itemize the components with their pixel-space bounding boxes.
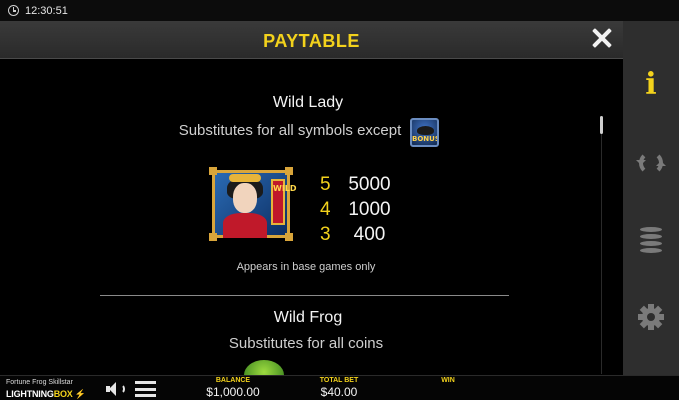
bottom-bar: Fortune Frog Skillstar LIGHTNINGBOX ⚡ BA…	[0, 375, 679, 400]
bet-settings-button[interactable]	[623, 212, 679, 268]
gear-icon	[638, 304, 664, 330]
sound-icon[interactable]	[106, 381, 126, 397]
info-icon: i	[645, 66, 657, 102]
menu-icon[interactable]	[135, 381, 156, 397]
bonus-symbol-icon: BONUS	[410, 118, 439, 147]
brand-logo: LIGHTNINGBOX ⚡	[6, 389, 86, 399]
wild-lady-symbol: WILD	[209, 167, 297, 241]
game-name: Fortune Frog Skillstar	[6, 379, 73, 386]
section-divider	[100, 295, 509, 296]
wild-lady-title: Wild Lady	[272, 94, 344, 111]
balance-display: BALANCE $1,000.00	[206, 377, 260, 399]
refresh-icon	[636, 151, 666, 175]
paytable-header: PAYTABLE	[0, 21, 623, 59]
wild-frog-description: Substitutes for all coins	[228, 335, 384, 352]
coins-icon	[640, 227, 662, 253]
wild-frog-symbol	[244, 360, 284, 375]
clock-icon	[8, 5, 19, 16]
payout-row: 4 1000	[320, 199, 391, 220]
wild-frog-title: Wild Frog	[273, 309, 343, 326]
page-title: PAYTABLE	[263, 31, 360, 51]
win-display: WIN	[441, 377, 455, 384]
status-bar: 12:30:51	[0, 0, 679, 21]
autoplay-button[interactable]	[623, 135, 679, 191]
close-icon[interactable]	[589, 25, 615, 51]
payout-row: 5 5000	[320, 174, 391, 195]
sidebar: i	[623, 21, 679, 375]
total-bet-display: TOTAL BET $40.00	[319, 377, 359, 399]
scrollbar[interactable]	[600, 116, 603, 134]
wild-lady-note: Appears in base games only	[236, 261, 376, 273]
wild-label: WILD	[271, 179, 297, 225]
payout-row: 3 400	[320, 224, 386, 245]
clock-time: 12:30:51	[25, 4, 68, 17]
paytable-content[interactable]: Wild Lady Substitutes for all symbols ex…	[0, 60, 623, 375]
wild-lady-description: Substitutes for all symbols except	[178, 122, 402, 139]
settings-button[interactable]	[623, 289, 679, 345]
info-button[interactable]: i	[623, 56, 679, 112]
